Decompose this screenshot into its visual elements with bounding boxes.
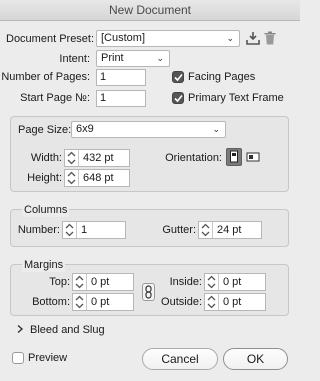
height-field[interactable]: 648 pt	[64, 169, 130, 187]
start-page-label: Start Page №:	[20, 92, 90, 104]
cancel-button[interactable]: Cancel	[142, 348, 218, 370]
page-size-label: Page Size:	[18, 124, 72, 136]
columns-title: Columns	[22, 203, 70, 217]
top-margin-field[interactable]: 0 pt	[72, 273, 134, 291]
stepper-icon[interactable]	[205, 274, 219, 290]
stepper-icon[interactable]	[73, 274, 87, 290]
outside-margin-label: Outside:	[161, 296, 202, 308]
width-value: 432 pt	[83, 152, 114, 164]
stepper-icon[interactable]	[65, 150, 79, 166]
stepper-icon[interactable]	[73, 294, 87, 310]
columns-number-label: Number:	[17, 224, 60, 236]
width-field[interactable]: 432 pt	[64, 149, 130, 167]
orientation-label: Orientation:	[165, 152, 222, 164]
stepper-icon[interactable]	[205, 294, 219, 310]
bottom-margin-field[interactable]: 0 pt	[72, 293, 134, 311]
preview-checkbox[interactable]	[12, 352, 24, 364]
portrait-icon[interactable]	[226, 148, 242, 166]
primary-text-frame-label: Primary Text Frame	[188, 92, 284, 104]
outside-margin-value: 0 pt	[223, 296, 242, 308]
save-preset-icon[interactable]	[246, 31, 260, 45]
page-size-select[interactable]: 6x9 ⌄	[71, 121, 226, 138]
chevron-down-icon: ⌄	[156, 53, 164, 63]
height-value: 648 pt	[83, 172, 114, 184]
chain-link-icon[interactable]	[142, 283, 155, 301]
margins-title: Margins	[22, 258, 66, 272]
height-label: Height:	[27, 172, 62, 184]
stepper-icon[interactable]	[63, 222, 77, 238]
top-margin-value: 0 pt	[91, 276, 110, 288]
ok-button[interactable]: OK	[223, 348, 288, 370]
inside-margin-label: Inside:	[169, 276, 202, 288]
preview-label: Preview	[28, 352, 68, 364]
primary-text-frame-checkbox[interactable]	[172, 92, 184, 104]
width-label: Width:	[30, 152, 62, 164]
gutter-value: 24 pt	[217, 224, 242, 236]
chevron-down-icon: ⌄	[226, 33, 234, 43]
start-page-field[interactable]: 1	[96, 90, 146, 107]
inside-margin-value: 0 pt	[223, 276, 242, 288]
bottom-margin-value: 0 pt	[91, 296, 110, 308]
top-margin-label: Top:	[49, 276, 70, 288]
document-preset-value: [Custom]	[101, 32, 146, 44]
gutter-field[interactable]: 24 pt	[198, 221, 262, 239]
facing-pages-label: Facing Pages	[188, 71, 256, 83]
facing-pages-checkbox[interactable]	[172, 71, 184, 83]
number-of-pages-field[interactable]: 1	[96, 69, 146, 86]
stepper-icon[interactable]	[199, 222, 213, 238]
document-preset-select[interactable]: [Custom] ⌄	[96, 30, 240, 47]
window-title: New Document	[0, 0, 300, 21]
number-of-pages-label: Number of Pages:	[1, 71, 90, 83]
inside-margin-field[interactable]: 0 pt	[204, 273, 266, 291]
page-size-value: 6x9	[76, 123, 94, 135]
gutter-label: Gutter:	[162, 224, 196, 236]
checkmark-icon	[174, 73, 183, 82]
chevron-down-icon: ⌄	[212, 124, 220, 134]
columns-number-value: 1	[81, 224, 88, 236]
intent-select[interactable]: Print ⌄	[96, 50, 170, 67]
bottom-margin-label: Bottom:	[32, 296, 70, 308]
checkmark-icon	[174, 94, 183, 103]
document-preset-label: Document Preset:	[6, 33, 95, 45]
bleed-and-slug-label[interactable]: Bleed and Slug	[30, 323, 105, 337]
delete-preset-icon[interactable]	[264, 31, 276, 45]
outside-margin-field[interactable]: 0 pt	[204, 293, 266, 311]
intent-label: Intent:	[59, 53, 90, 65]
stepper-icon[interactable]	[65, 170, 79, 186]
intent-value: Print	[101, 52, 124, 64]
disclosure-triangle-icon[interactable]	[16, 324, 26, 336]
landscape-icon[interactable]	[245, 149, 261, 165]
columns-number-field[interactable]: 1	[62, 221, 126, 239]
